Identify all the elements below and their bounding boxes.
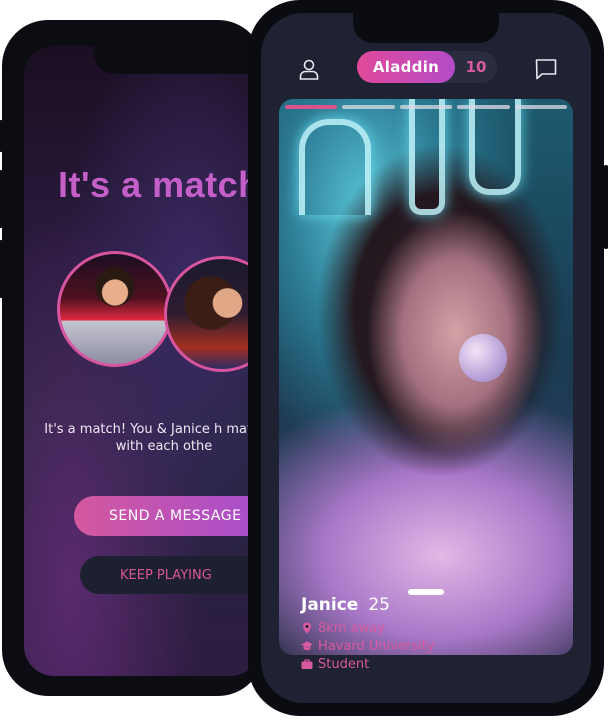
match-message: It's a match! You & Janice h matched wit…: [44, 422, 260, 454]
user-pill[interactable]: Aladdin 10: [357, 51, 497, 83]
match-avatar-janice: [164, 256, 260, 372]
name-age-row: Janice 25: [301, 595, 434, 619]
progress-segment: [514, 105, 568, 109]
distance-text: 8km away: [318, 620, 385, 636]
profile-age: 25: [368, 595, 390, 615]
chat-icon[interactable]: [534, 57, 558, 81]
neon-sign: [299, 119, 371, 215]
school-text: Havard University: [318, 638, 435, 654]
match-count: 10: [465, 58, 487, 76]
top-bar: Aladdin 10: [261, 51, 591, 87]
briefcase-icon: [301, 659, 313, 669]
match-phone: It's a match It's a match! You & Janice …: [0, 20, 264, 696]
bubblegum-bubble: [459, 334, 507, 382]
progress-segment: [285, 105, 338, 109]
phone-notch: [94, 46, 260, 74]
phone-notch: [353, 13, 499, 43]
match-screen: It's a match It's a match! You & Janice …: [24, 46, 260, 676]
photo-progress-bar: [285, 105, 568, 109]
phone-side-button: [0, 120, 4, 152]
distance-row: 8km away: [301, 619, 434, 637]
profile-name: Janice: [301, 595, 359, 615]
match-title: It's a match: [58, 164, 260, 205]
graduation-cap-icon: [301, 641, 313, 651]
neon-sign: [469, 99, 521, 195]
keep-playing-button[interactable]: KEEP PLAYING: [80, 556, 260, 594]
progress-segment: [342, 105, 395, 109]
school-row: Havard University: [301, 637, 434, 655]
user-icon[interactable]: [297, 57, 321, 81]
volume-down-button: [0, 240, 4, 298]
power-button: [603, 165, 608, 249]
profile-phone: Aladdin 10 Janice 25 8km away Havard Uni…: [248, 0, 608, 716]
progress-segment: [457, 105, 510, 109]
volume-up-button: [0, 170, 4, 228]
send-message-button[interactable]: SEND A MESSAGE: [74, 496, 260, 536]
occupation-row: Student: [301, 655, 434, 673]
profile-info: Janice 25 8km away Havard University Stud…: [301, 595, 434, 673]
profile-photo[interactable]: [279, 99, 573, 655]
match-avatar-user: [57, 251, 173, 367]
profile-screen: Aladdin 10 Janice 25 8km away Havard Uni…: [261, 13, 591, 703]
username-badge[interactable]: Aladdin: [357, 51, 455, 83]
occupation-text: Student: [318, 656, 370, 672]
progress-segment: [399, 105, 453, 109]
neon-sign: [409, 99, 445, 215]
location-pin-icon: [303, 622, 311, 634]
